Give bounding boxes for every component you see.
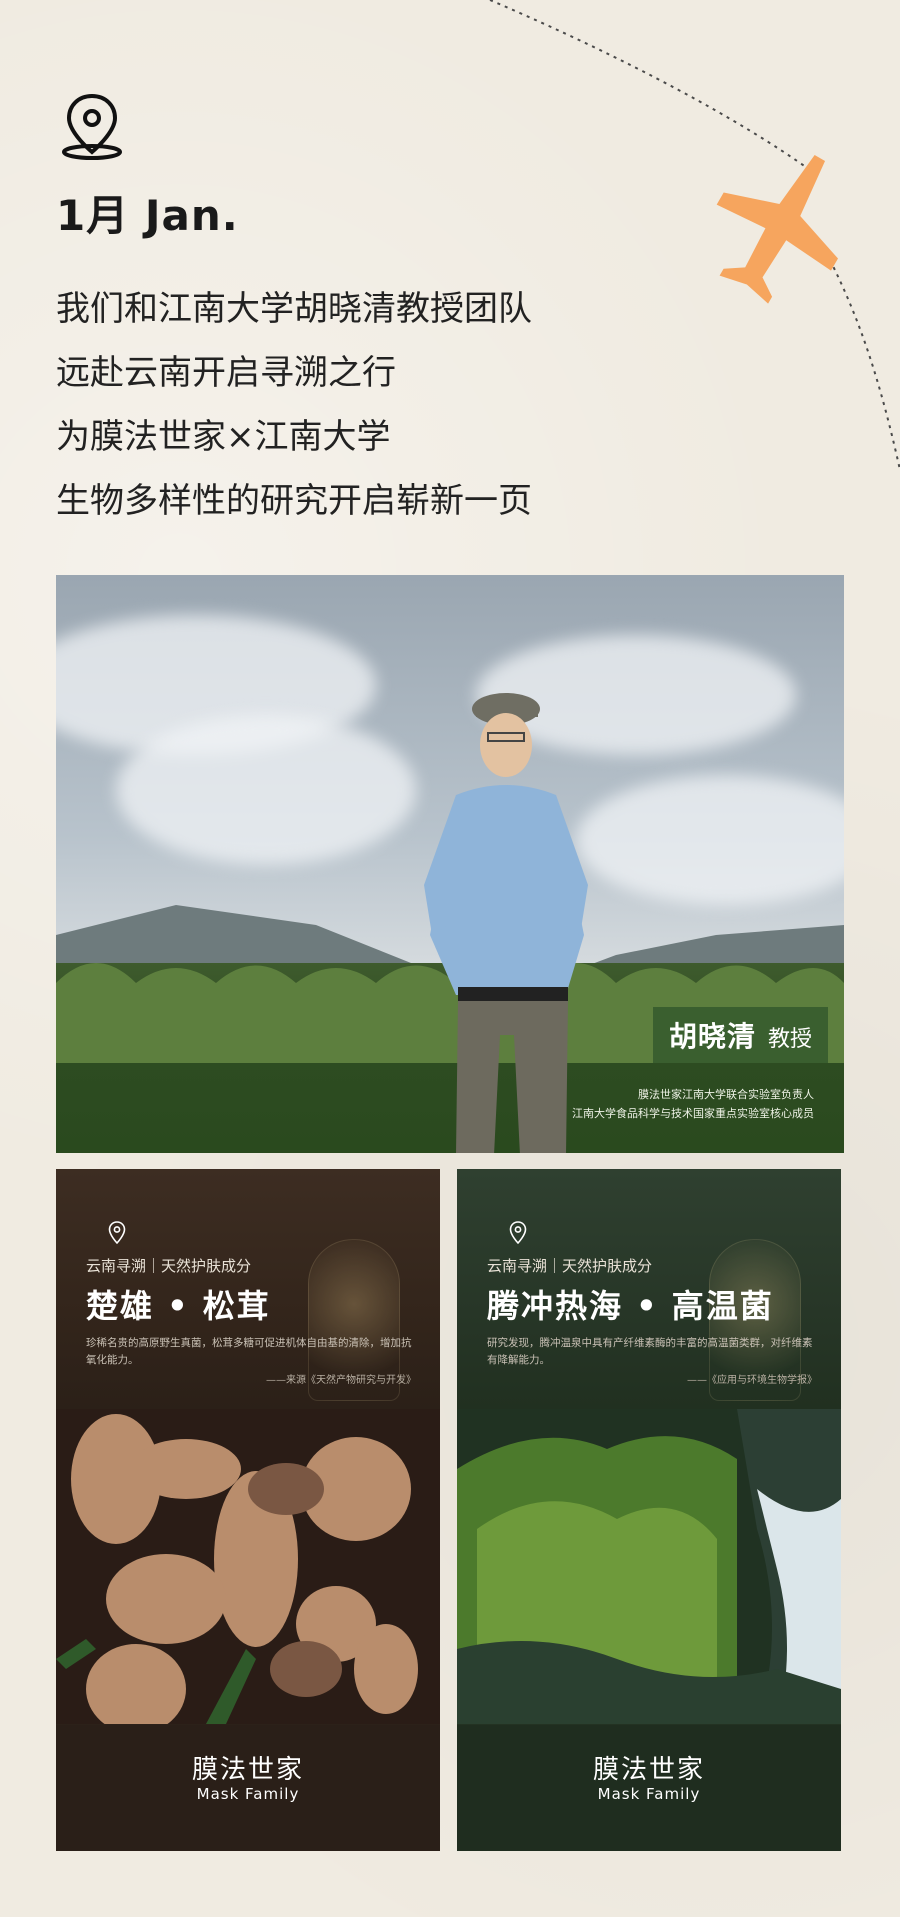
note-line: 江南大学食品科学与技术国家重点实验室核心成员 [572,1107,814,1120]
name-tag: 胡晓清 教授 [652,1007,828,1063]
card-title: 楚雄 • 松茸 [86,1287,271,1325]
intro-text: 我们和江南大学胡晓清教授团队 远赴云南开启寻溯之行 为膜法世家×江南大学 生物多… [56,277,706,533]
card-description: 研究发现，腾冲温泉中具有产纤维素酶的丰富的高温菌类群，对纤维素有降解能力。 [487,1337,813,1366]
intro-line: 为膜法世家×江南大学 [56,417,391,457]
card-source: ——《应用与环境生物学报》 [687,1375,817,1386]
month-title: 1月 Jan. [56,191,239,240]
moss-stream-photo [457,1409,841,1724]
location-pin-icon [108,1221,126,1245]
brand-cn: 膜法世家 [191,1755,304,1785]
brand-cn: 膜法世家 [592,1755,705,1785]
location-pin-icon [62,93,122,160]
intro-line: 我们和江南大学胡晓清教授团队 [56,289,532,329]
card-title: 腾冲热海 • 高温菌 [487,1287,774,1325]
person [424,693,588,1153]
hero-photo: 胡晓清 教授 膜法世家江南大学联合实验室负责人 江南大学食品科学与技术国家重点实… [56,575,844,1153]
card-thermophile: 云南寻溯｜天然护肤成分 腾冲热海 • 高温菌 研究发现，腾冲温泉中具有产纤维素酶… [457,1169,841,1851]
intro-line: 生物多样性的研究开启崭新一页 [56,481,532,521]
location-pin-icon [509,1221,527,1245]
intro-line: 远赴云南开启寻溯之行 [56,353,396,393]
note-line: 膜法世家江南大学联合实验室负责人 [638,1088,814,1101]
brand-en: Mask Family [597,1785,701,1803]
header-section: 1月 Jan. 我们和江南大学胡晓清教授团队 远赴云南开启寻溯之行 为膜法世家×… [56,90,706,533]
card-songrong: 云南寻溯｜天然护肤成分 楚雄 • 松茸 珍稀名贵的高原野生真菌，松茸多糖可促进机… [56,1169,440,1851]
card-description: 珍稀名贵的高原野生真菌，松茸多糖可促进机体自由基的清除，增加抗氧化能力。 [86,1337,412,1366]
card-kicker: 云南寻溯｜天然护肤成分 [487,1257,653,1275]
person-name: 胡晓清 [668,1020,756,1053]
card-brand: 膜法世家 Mask Family [457,1725,841,1851]
person-notes: 膜法世家江南大学联合实验室负责人 江南大学食品科学与技术国家重点实验室核心成员 [572,1085,814,1123]
cloud [116,715,416,865]
person-title: 教授 [767,1027,812,1052]
card-brand: 膜法世家 Mask Family [56,1725,440,1851]
brand-en: Mask Family [196,1785,300,1803]
card-kicker: 云南寻溯｜天然护肤成分 [86,1257,252,1275]
card-source: ——来源《天然产物研究与开发》 [266,1375,416,1386]
mushroom-photo [56,1409,440,1724]
